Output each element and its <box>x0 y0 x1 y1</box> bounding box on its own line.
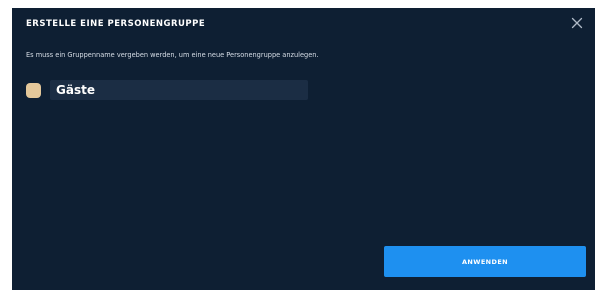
dialog-title: ERSTELLE EINE PERSONENGRUPPE <box>26 19 206 29</box>
apply-button[interactable]: ANWENDEN <box>384 246 586 277</box>
group-color-swatch[interactable] <box>26 82 41 98</box>
create-group-dialog: ERSTELLE EINE PERSONENGRUPPE Es muss ein… <box>12 8 595 290</box>
close-button[interactable] <box>569 15 585 31</box>
group-name-input[interactable] <box>50 80 308 100</box>
group-name-row <box>26 80 308 100</box>
close-icon <box>571 17 583 29</box>
dialog-description: Es muss ein Gruppenname vergeben werden,… <box>26 51 319 59</box>
page: ERSTELLE EINE PERSONENGRUPPE Es muss ein… <box>0 0 603 297</box>
